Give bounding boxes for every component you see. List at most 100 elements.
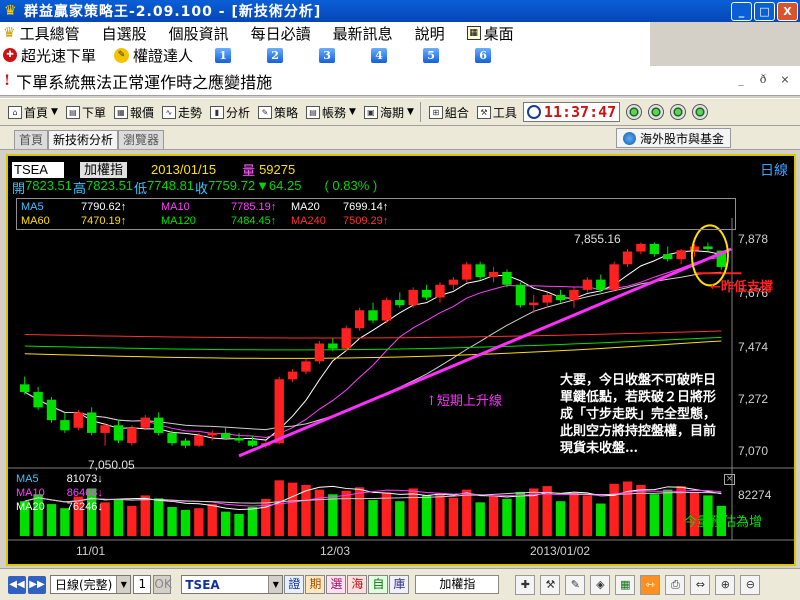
period-select[interactable]: 日線(完整) ▼ xyxy=(50,575,132,594)
eraser-icon[interactable]: ◈ xyxy=(590,574,611,595)
zoom-in-icon[interactable]: ⊕ xyxy=(715,574,736,595)
tab-home[interactable]: 首頁 xyxy=(14,130,49,149)
quick-button-4[interactable]: 4 xyxy=(371,47,388,63)
quick-button-1[interactable]: 1 xyxy=(215,47,232,63)
menu-stock-info[interactable]: 個股資訊 xyxy=(169,23,229,44)
menu-watchlist[interactable]: 自選股 xyxy=(102,23,147,44)
wrench-icon[interactable]: ⚒ xyxy=(540,574,561,595)
volume-bar xyxy=(194,508,204,536)
toolbar-order[interactable]: ▤ 下單 xyxy=(65,104,106,121)
overseas-markets-button[interactable]: 海外股市與基金 xyxy=(616,128,732,148)
excel-icon[interactable]: ▦ xyxy=(615,574,636,595)
toolbar-trend[interactable]: ∿ 走勢 xyxy=(161,104,202,121)
candle-body xyxy=(274,379,284,444)
open-label: 開 xyxy=(12,181,26,196)
market-overseas-button[interactable]: 海 xyxy=(347,575,368,594)
market-futures-button[interactable]: 期 xyxy=(305,575,326,594)
price-tick: 7,474 xyxy=(738,340,769,354)
volume-panel-close-button[interactable]: × xyxy=(724,474,735,485)
title-bar[interactable]: ♛ 群益贏家策略王-2.09.100 - [新技術分析] _ □ X xyxy=(0,0,800,22)
warrant-link[interactable]: 權證達人 xyxy=(133,45,193,66)
chart-panel[interactable]: TSEA 加權指 2013/01/15 量 59275 日線 開 7823.51… xyxy=(6,154,796,566)
volume-bar xyxy=(167,507,177,536)
analysis-commentary: 大要，今日收盤不可破昨日單鍵低點，若跌破２日將形成「寸步走跌」完全型態，此則空方… xyxy=(560,373,717,456)
toolbar-home[interactable]: ⌂ 首頁 ▼ xyxy=(8,104,58,121)
status-light-3[interactable] xyxy=(670,104,687,120)
maximize-button[interactable]: □ xyxy=(754,2,775,21)
toolbar-order-label: 下單 xyxy=(81,105,106,120)
volume-bar xyxy=(649,494,660,536)
scroll-arrows: ◀◀ ▶▶ xyxy=(8,575,46,594)
symbol-select[interactable]: TSEA ▼ xyxy=(181,575,284,594)
quick-button-6[interactable]: 6 xyxy=(475,47,492,63)
status-light-2[interactable] xyxy=(648,104,665,120)
toolbar-quote[interactable]: ▦ 報價 xyxy=(113,104,154,121)
candle-body xyxy=(529,302,539,306)
chevron-down-icon: ▼ xyxy=(406,107,414,117)
toolbar-analysis[interactable]: ▮ 分析 xyxy=(209,104,250,121)
period-label[interactable]: 日線 xyxy=(760,160,788,180)
volume-bar xyxy=(127,505,137,536)
ok-button[interactable]: OK xyxy=(153,575,172,594)
toolbar-futures[interactable]: ▣ 海期 ▼ xyxy=(363,104,414,121)
market-watchlist-button[interactable]: 自 xyxy=(368,575,389,594)
quick-button-5[interactable]: 5 xyxy=(423,47,440,63)
close-button[interactable]: X xyxy=(777,2,798,21)
zoom-out-icon[interactable]: ⊖ xyxy=(740,574,761,595)
volume-bar xyxy=(515,491,526,536)
volume-bar xyxy=(569,493,579,536)
status-light-4[interactable] xyxy=(692,104,709,120)
menu-desktop[interactable]: ▦ 桌面 xyxy=(466,23,514,44)
toolbar-tools-label: 工具 xyxy=(492,105,517,120)
quick-button-2[interactable]: 2 xyxy=(267,47,284,63)
period-count-input[interactable]: 1 xyxy=(133,575,152,594)
candle-body xyxy=(502,271,512,285)
toolbar-tools[interactable]: ⚒ 工具 xyxy=(476,104,517,121)
change-value: ▼64.25 xyxy=(256,178,302,193)
tab-browser[interactable]: 瀏覽器 xyxy=(118,130,165,149)
menu-news[interactable]: 最新訊息 xyxy=(333,23,393,44)
toolbar-strategy-label: 策略 xyxy=(274,105,299,120)
notice-text[interactable]: 下單系統無法正常運作時之應變措施 xyxy=(16,69,272,93)
toolbar-divider xyxy=(419,102,421,122)
market-inventory-button[interactable]: 庫 xyxy=(389,575,410,594)
clock-time: 11:37:47 xyxy=(543,103,617,121)
minimize-button[interactable]: _ xyxy=(731,2,752,21)
candle-body xyxy=(676,250,686,260)
market-options-button[interactable]: 選 xyxy=(326,575,347,594)
mdi-close-button[interactable]: × xyxy=(776,72,794,88)
candle-body xyxy=(140,417,150,428)
vol-ma20-label: MA20 xyxy=(16,501,45,513)
speed-order-link[interactable]: 超光速下單 xyxy=(21,45,96,66)
app-window: ♛ 群益贏家策略王-2.09.100 - [新技術分析] _ □ X ♛ 工具總… xyxy=(0,0,800,600)
menu-help[interactable]: 說明 xyxy=(415,23,445,44)
mdi-minimize-button[interactable]: _ xyxy=(732,72,750,88)
menu-daily-read[interactable]: 每日必讀 xyxy=(251,23,311,44)
candle-body xyxy=(73,412,83,428)
chart-symbol[interactable]: TSEA xyxy=(12,161,64,178)
mdi-restore-button[interactable]: ð xyxy=(754,72,772,88)
candle-body xyxy=(287,371,298,380)
desktop-icon: ▦ xyxy=(466,26,481,40)
volume-bar xyxy=(368,500,378,536)
pencil-icon[interactable]: ✎ xyxy=(565,574,586,595)
toolbar-combo-label: 組合 xyxy=(444,105,469,120)
market-stock-button[interactable]: 證 xyxy=(284,575,305,594)
scroll-left-button[interactable]: ◀◀ xyxy=(8,575,26,594)
scroll-right-button[interactable]: ▶▶ xyxy=(28,575,46,594)
analysis-icon: ▮ xyxy=(209,105,224,119)
menu-tools[interactable]: 工具總管 xyxy=(20,23,80,44)
pan-icon[interactable]: ⇔ xyxy=(690,574,711,595)
toolbar-combo[interactable]: ⊞ 組合 xyxy=(428,104,469,121)
fit-icon[interactable]: ⇿ xyxy=(640,574,661,595)
status-light-1[interactable] xyxy=(626,104,643,120)
toolbar-account[interactable]: ▤ 帳務 ▼ xyxy=(306,104,356,121)
volume-tick: 82274 xyxy=(738,488,772,502)
quick-button-3[interactable]: 3 xyxy=(319,47,336,63)
print-icon[interactable]: ⎙ xyxy=(665,574,686,595)
toolbar: ⌂ 首頁 ▼ ▤ 下單 ▦ 報價 ∿ 走勢 ▮ 分析 ✎ 策略 ▤ 帳務 ▼ ▣ 海期 ▼ ⊞ 組合 ⚒… xyxy=(0,98,800,126)
crosshair-icon[interactable]: ✚ xyxy=(515,574,536,595)
toolbar-strategy[interactable]: ✎ 策略 xyxy=(258,104,298,121)
ma240-label: MA240 xyxy=(291,215,326,227)
tab-technical-analysis[interactable]: 新技術分析 xyxy=(48,130,119,149)
